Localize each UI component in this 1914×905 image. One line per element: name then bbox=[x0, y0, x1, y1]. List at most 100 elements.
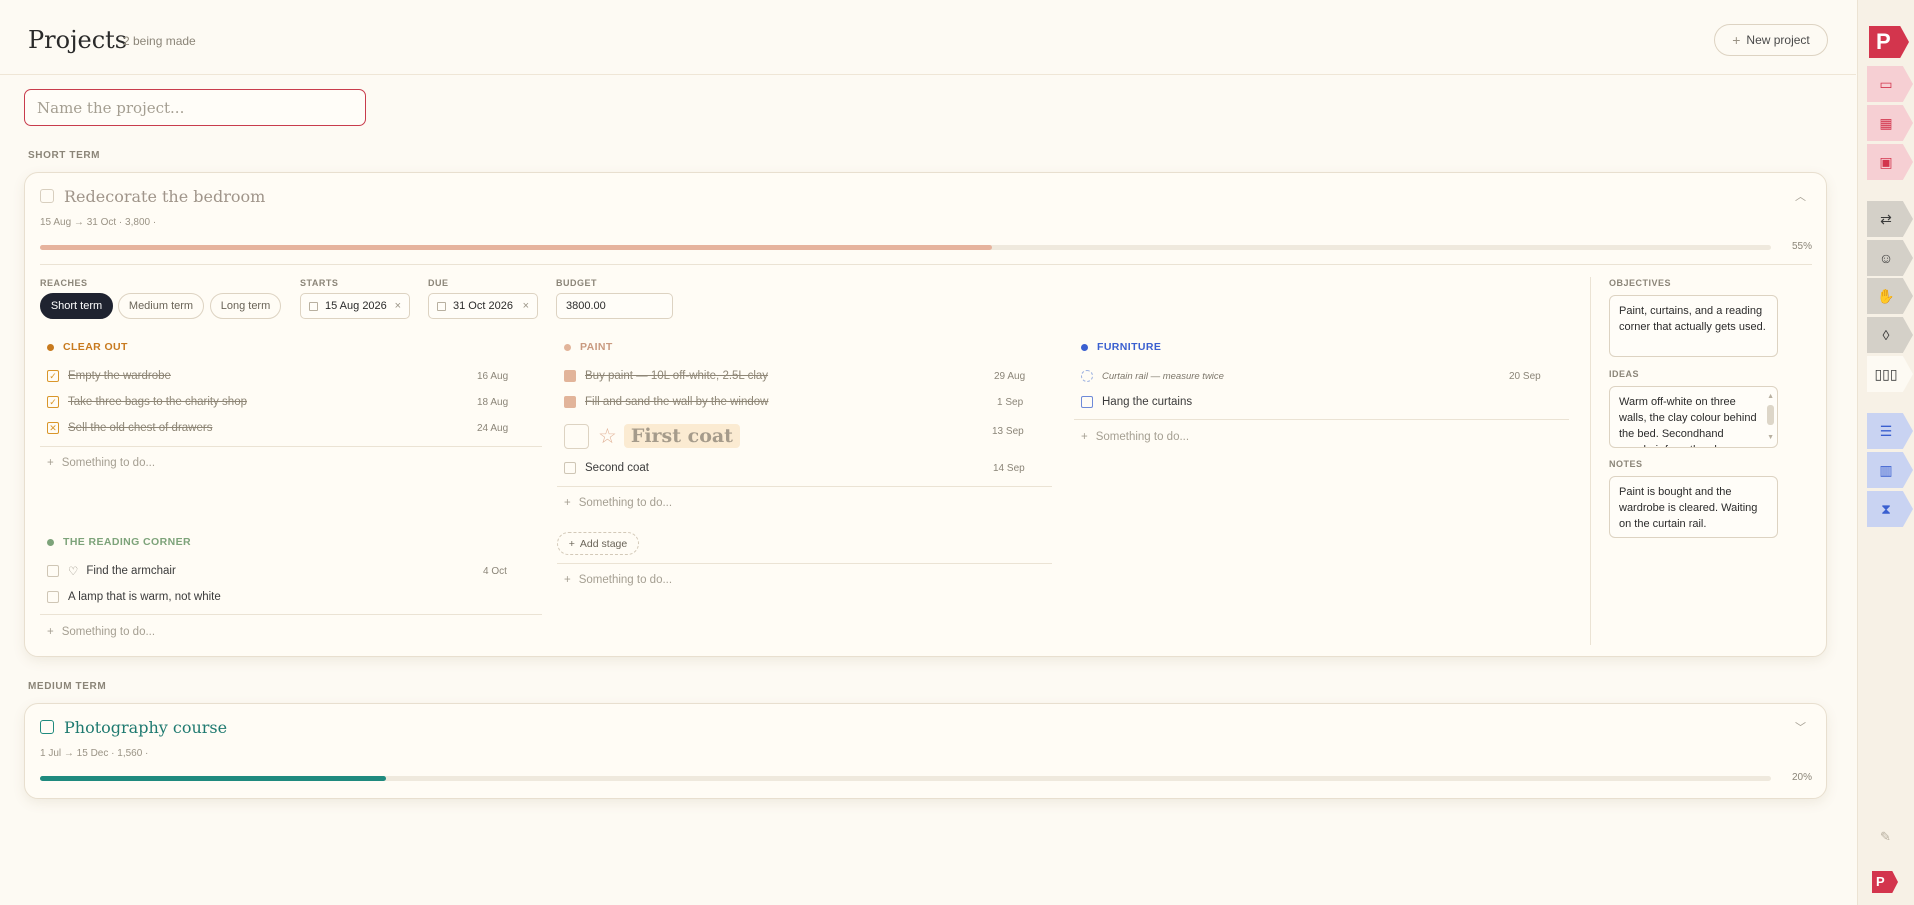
notes-textarea[interactable]: Paint is bought and the wardrobe is clea… bbox=[1609, 476, 1778, 538]
plus-icon: + bbox=[1081, 431, 1088, 443]
task-row[interactable]: Fill and sand the wall by the window bbox=[564, 393, 768, 411]
due-date-value: 31 Oct 2026 bbox=[453, 300, 513, 312]
clear-icon[interactable]: × bbox=[523, 300, 529, 312]
mood-icon[interactable]: ☺ bbox=[1867, 240, 1913, 276]
checkbox[interactable] bbox=[47, 565, 59, 577]
calendar-month-icon[interactable]: ▦ bbox=[1867, 105, 1913, 141]
checkbox[interactable] bbox=[564, 462, 576, 474]
add-task-placeholder: Something to do... bbox=[578, 497, 673, 509]
add-stage-button[interactable]: + Add stage bbox=[557, 532, 639, 555]
heart-icon[interactable]: ♡ bbox=[68, 564, 78, 578]
add-task-placeholder: Something to do... bbox=[61, 626, 156, 638]
new-project-button[interactable]: + New project bbox=[1714, 24, 1828, 56]
progress-percent: 55% bbox=[1791, 241, 1812, 252]
logo-small-icon[interactable]: P bbox=[1872, 871, 1898, 893]
hourglass-icon[interactable]: ⧗ bbox=[1867, 491, 1913, 527]
calendar-year-icon[interactable]: ▣ bbox=[1867, 144, 1913, 180]
section-medium-term: MEDIUM TERM bbox=[28, 681, 107, 692]
task-text: Hang the curtains bbox=[1102, 396, 1193, 408]
pending-icon[interactable] bbox=[1081, 370, 1093, 382]
group-title: PAINT bbox=[580, 341, 613, 353]
task-row[interactable]: A lamp that is warm, not white bbox=[47, 588, 221, 606]
add-task-row[interactable]: + Something to do... bbox=[1081, 431, 1189, 443]
add-task-row[interactable]: + Something to do... bbox=[564, 574, 672, 586]
add-task-row[interactable]: + Something to do... bbox=[564, 497, 672, 509]
cross-icon[interactable]: ✕ bbox=[47, 422, 59, 434]
reach-long-term[interactable]: Long term bbox=[210, 293, 281, 319]
project-title[interactable]: Redecorate the bedroom bbox=[64, 187, 265, 206]
due-label: DUE bbox=[428, 278, 449, 288]
reach-short-term[interactable]: Short term bbox=[40, 293, 113, 319]
checkbox[interactable] bbox=[564, 423, 589, 449]
project-checkbox[interactable] bbox=[40, 189, 54, 203]
ideas-textarea[interactable]: Warm off-white on three walls, the clay … bbox=[1609, 386, 1778, 448]
reach-medium-term[interactable]: Medium term bbox=[118, 293, 204, 319]
projects-icon[interactable]: ▯▯▯ bbox=[1867, 356, 1913, 392]
group-dot bbox=[1081, 343, 1088, 351]
task-row[interactable]: Buy paint — 10L off-white, 2.5L clay bbox=[564, 367, 768, 385]
budget-input[interactable]: 3800.00 bbox=[556, 293, 673, 319]
project-title[interactable]: Photography course bbox=[64, 718, 227, 737]
group-clear-out: CLEAR OUT bbox=[47, 341, 128, 353]
hand-icon[interactable]: ✋ bbox=[1867, 278, 1913, 314]
objectives-label: OBJECTIVES bbox=[1609, 278, 1672, 288]
task-text: Second coat bbox=[585, 462, 649, 474]
books-icon[interactable]: ▥ bbox=[1867, 452, 1913, 488]
project-name-input[interactable] bbox=[24, 89, 366, 126]
scroll-up-icon[interactable]: ▲ bbox=[1767, 389, 1774, 405]
start-date-field[interactable]: 15 Aug 2026 × bbox=[300, 293, 410, 319]
pencil-icon[interactable]: ✎ bbox=[1880, 829, 1891, 845]
checkbox[interactable] bbox=[1081, 396, 1093, 408]
star-icon[interactable]: ☆ bbox=[598, 424, 617, 449]
reaches-label: REACHES bbox=[40, 278, 88, 288]
clear-icon[interactable]: × bbox=[395, 300, 401, 312]
add-task-row[interactable]: + Something to do... bbox=[47, 457, 155, 469]
repeat-icon[interactable]: ⇄ bbox=[1867, 201, 1913, 237]
task-row[interactable]: ✓ Empty the wardrobe bbox=[47, 367, 171, 385]
app-logo[interactable]: P bbox=[1869, 26, 1909, 58]
check-icon[interactable]: ✓ bbox=[47, 370, 59, 382]
chevron-down-icon[interactable]: ﹀ bbox=[1795, 719, 1806, 735]
task-text: First coat bbox=[623, 424, 740, 448]
checklist-icon[interactable]: ☰ bbox=[1867, 413, 1913, 449]
plus-icon: + bbox=[568, 537, 575, 550]
divider bbox=[40, 264, 1812, 265]
task-row[interactable]: ✕ Sell the old chest of drawers bbox=[47, 419, 212, 437]
checkbox-filled[interactable] bbox=[564, 370, 576, 382]
group-title: THE READING CORNER bbox=[63, 536, 191, 548]
objectives-textarea[interactable]: Paint, curtains, and a reading corner th… bbox=[1609, 295, 1778, 357]
task-date: 20 Sep bbox=[1509, 371, 1541, 382]
progress-fill bbox=[40, 245, 993, 250]
checkbox[interactable] bbox=[47, 591, 59, 603]
project-checkbox[interactable] bbox=[40, 720, 54, 734]
calendar-day-icon[interactable]: ▭ bbox=[1867, 66, 1913, 102]
panel-divider bbox=[1590, 277, 1591, 645]
task-date: 4 Oct bbox=[483, 566, 507, 577]
check-icon[interactable]: ✓ bbox=[47, 396, 59, 408]
task-row-large[interactable]: ☆ First coat bbox=[564, 422, 740, 450]
page-header: Projects 2 being made + New project bbox=[0, 0, 1856, 75]
project-count: 2 being made bbox=[123, 34, 196, 48]
start-date-value: 15 Aug 2026 bbox=[325, 300, 387, 312]
task-row[interactable]: ♡ Find the armchair bbox=[47, 562, 176, 580]
task-date: 18 Aug bbox=[477, 397, 509, 408]
due-date-field[interactable]: 31 Oct 2026 × bbox=[428, 293, 538, 319]
scrollbar-thumb[interactable] bbox=[1767, 405, 1774, 425]
ideas-label: IDEAS bbox=[1609, 369, 1640, 379]
checkbox-filled[interactable] bbox=[564, 396, 576, 408]
task-text: Find the armchair bbox=[86, 565, 176, 577]
task-row[interactable]: Second coat bbox=[564, 459, 649, 477]
divider bbox=[40, 614, 542, 615]
task-date: 13 Sep bbox=[992, 426, 1024, 437]
group-dot bbox=[564, 343, 571, 351]
task-row[interactable]: Hang the curtains bbox=[1081, 393, 1192, 411]
group-title: CLEAR OUT bbox=[63, 341, 128, 353]
task-row[interactable]: Curtain rail — measure twice bbox=[1081, 367, 1224, 385]
task-row[interactable]: ✓ Take three bags to the charity shop bbox=[47, 393, 247, 411]
add-task-row[interactable]: + Something to do... bbox=[47, 626, 155, 638]
scroll-down-icon[interactable]: ▼ bbox=[1767, 430, 1774, 446]
chevron-up-icon[interactable]: ︿ bbox=[1795, 188, 1806, 204]
plus-icon: + bbox=[1732, 32, 1741, 48]
task-text: Buy paint — 10L off-white, 2.5L clay bbox=[585, 370, 769, 382]
drop-icon[interactable]: ◊ bbox=[1867, 317, 1913, 353]
